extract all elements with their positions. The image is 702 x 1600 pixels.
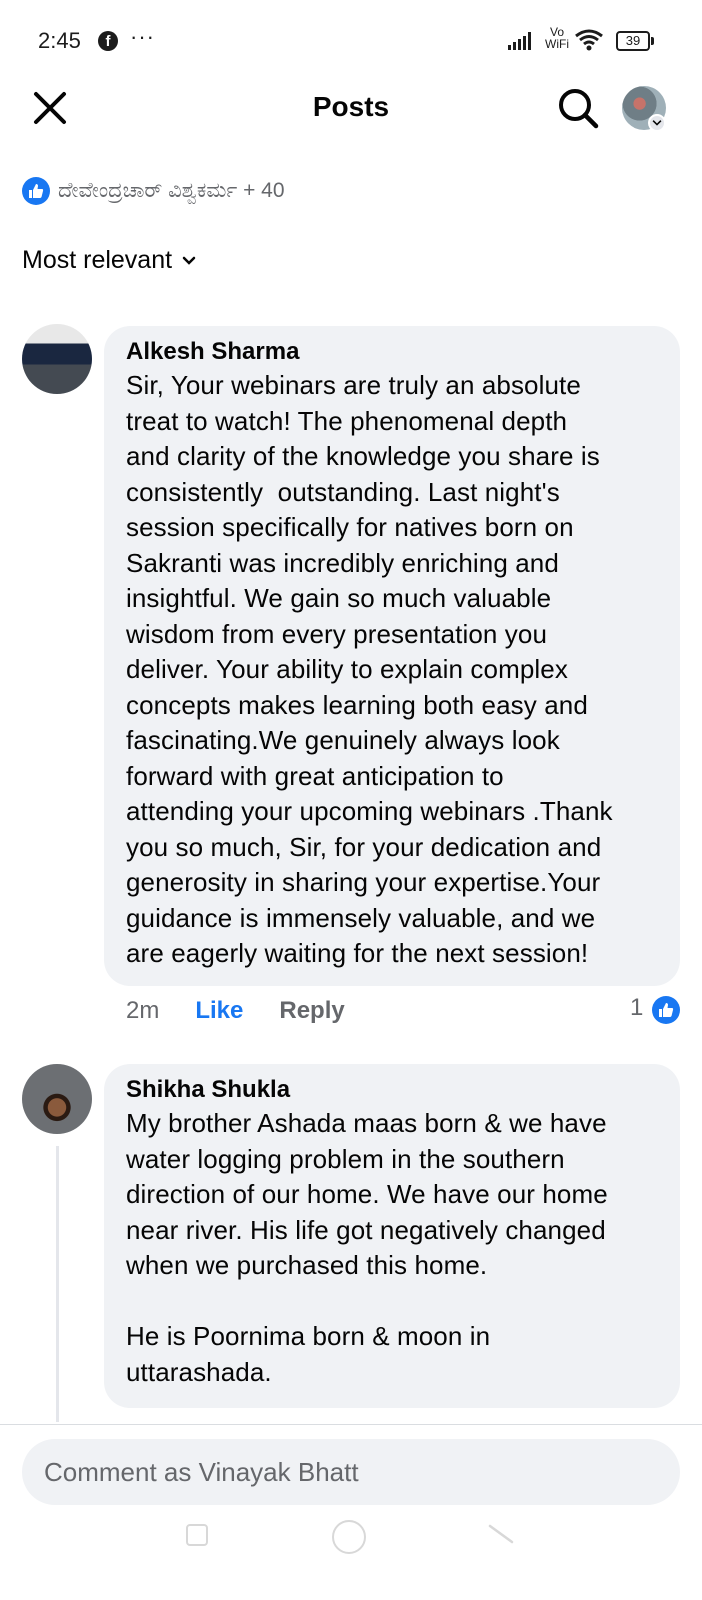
sort-label: Most relevant bbox=[22, 246, 173, 274]
reactions-text: ದೇವೇಂದ್ರಚಾರ್ ವಿಶ್ವಕರ್ಮ + 40 bbox=[58, 179, 285, 202]
search-icon[interactable] bbox=[556, 86, 600, 130]
reaction-count[interactable]: 1 bbox=[630, 994, 643, 1022]
sort-dropdown[interactable]: Most relevant bbox=[22, 246, 196, 275]
facebook-icon: f bbox=[98, 31, 118, 51]
recent-apps-icon[interactable] bbox=[186, 1524, 208, 1546]
avatar[interactable] bbox=[22, 324, 92, 394]
battery-indicator: 39 bbox=[616, 31, 654, 51]
status-time: 2:45 bbox=[38, 28, 81, 53]
comment-actions: 2m Like Reply bbox=[126, 994, 345, 1028]
like-button[interactable]: Like bbox=[195, 997, 243, 1025]
signal-icon bbox=[508, 32, 531, 50]
header: Posts bbox=[0, 86, 702, 150]
vowifi-label: Vo WiFi bbox=[545, 25, 569, 51]
reply-button[interactable]: Reply bbox=[279, 997, 344, 1025]
comment-input[interactable] bbox=[22, 1439, 680, 1505]
comment-author[interactable]: Shikha Shukla bbox=[126, 1074, 660, 1106]
comment-time: 2m bbox=[126, 997, 160, 1024]
chevron-down-icon bbox=[182, 256, 196, 265]
comment-composer bbox=[0, 1424, 702, 1600]
comment-bubble: Shikha Shukla My brother Ashada maas bor… bbox=[104, 1064, 680, 1408]
comment-text: My brother Ashada maas born & we have wa… bbox=[126, 1108, 608, 1387]
back-icon[interactable] bbox=[488, 1520, 516, 1548]
notification-more-icon: ··· bbox=[130, 24, 155, 49]
wifi-icon bbox=[575, 29, 603, 51]
comment-bubble: Alkesh Sharma Sir, Your webinars are tru… bbox=[104, 326, 680, 986]
like-icon bbox=[22, 177, 50, 205]
comment-author[interactable]: Alkesh Sharma bbox=[126, 336, 660, 368]
chevron-down-icon[interactable] bbox=[648, 114, 666, 132]
avatar[interactable] bbox=[22, 1064, 92, 1134]
status-bar: 2:45 f ··· Vo WiFi 39 bbox=[0, 0, 702, 86]
reactions-summary[interactable]: ದೇವೇಂದ್ರಚಾರ್ ವಿಶ್ವಕರ್ಮ + 40 bbox=[22, 176, 285, 206]
home-icon[interactable] bbox=[332, 1520, 366, 1554]
thread-line bbox=[56, 1146, 59, 1422]
battery-level: 39 bbox=[616, 31, 650, 51]
like-icon[interactable] bbox=[652, 996, 680, 1024]
battery-tip bbox=[651, 37, 654, 45]
comment-text: Sir, Your webinars are truly an absolute… bbox=[126, 370, 613, 968]
